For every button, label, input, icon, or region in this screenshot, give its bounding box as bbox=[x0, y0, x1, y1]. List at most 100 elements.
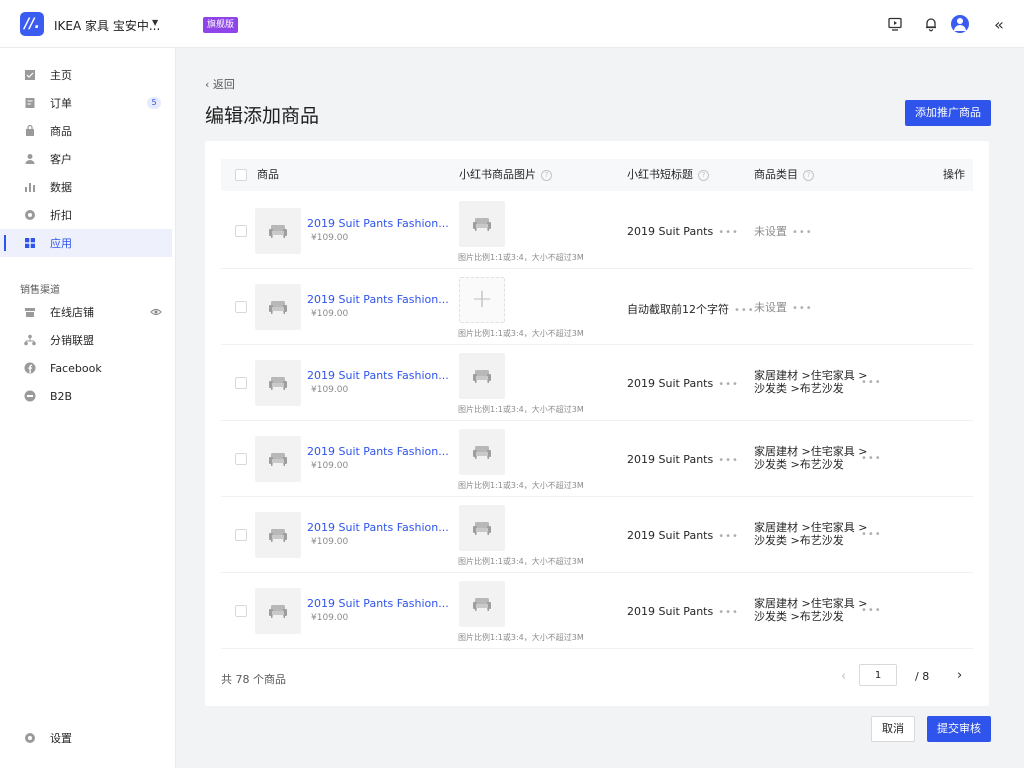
short-title-text: 自动截取前12个字符 bbox=[627, 303, 729, 316]
category-value: 未设置 ••• bbox=[754, 225, 813, 239]
facebook-icon bbox=[24, 362, 36, 374]
row-checkbox[interactable] bbox=[235, 529, 247, 541]
col-header-image: 小红书商品图片? bbox=[459, 159, 552, 191]
help-icon[interactable]: ? bbox=[541, 169, 552, 181]
category-line: 沙发类 >布艺沙发 bbox=[754, 610, 844, 623]
product-name-link[interactable]: 2019 Suit Pants Fashion... bbox=[307, 521, 449, 534]
sidebar-item-label: 折扣 bbox=[50, 209, 72, 222]
xhs-image-thumbnail[interactable] bbox=[459, 429, 505, 475]
next-page-button[interactable]: › bbox=[957, 668, 962, 683]
short-title-more-icon[interactable]: ••• bbox=[734, 305, 755, 316]
page-title: 编辑添加商品 bbox=[205, 105, 320, 127]
category-more-icon[interactable]: ••• bbox=[861, 529, 882, 540]
select-all-checkbox[interactable] bbox=[235, 169, 247, 181]
data-chart-icon bbox=[24, 181, 36, 193]
prev-page-button[interactable]: ‹ bbox=[841, 669, 846, 684]
short-title-more-icon[interactable]: ••• bbox=[718, 455, 739, 466]
user-avatar[interactable] bbox=[951, 15, 969, 33]
sidebar-item-label: 分销联盟 bbox=[50, 334, 94, 347]
short-title-more-icon[interactable]: ••• bbox=[718, 607, 739, 618]
collapse-icon[interactable]: « bbox=[989, 14, 1009, 34]
category-more-icon[interactable]: ••• bbox=[861, 605, 882, 616]
row-checkbox[interactable] bbox=[235, 225, 247, 237]
short-title-value: 2019 Suit Pants ••• bbox=[627, 453, 739, 466]
short-title-more-icon[interactable]: ••• bbox=[718, 379, 739, 390]
short-title-value: 2019 Suit Pants ••• bbox=[627, 529, 739, 542]
row-checkbox[interactable] bbox=[235, 605, 247, 617]
short-title-more-icon[interactable]: ••• bbox=[718, 227, 739, 238]
row-checkbox[interactable] bbox=[235, 301, 247, 313]
sidebar-item-online-store[interactable]: 在线店铺 bbox=[0, 298, 172, 326]
sidebar-item-orders[interactable]: 订单 5 bbox=[0, 89, 172, 117]
help-icon[interactable]: ? bbox=[803, 169, 814, 181]
bell-icon[interactable] bbox=[921, 14, 941, 34]
category-value: 家居建材 >住宅家具 > 沙发类 >布艺沙发 bbox=[754, 521, 867, 547]
category-more-icon[interactable]: ••• bbox=[792, 302, 813, 315]
short-title-more-icon[interactable]: ••• bbox=[718, 531, 739, 542]
sidebar-item-discount[interactable]: 折扣 bbox=[0, 201, 172, 229]
col-header-actions: 操作 bbox=[943, 168, 965, 181]
sidebar-item-products[interactable]: 商品 bbox=[0, 117, 172, 145]
sidebar-item-distribution[interactable]: 分销联盟 bbox=[0, 326, 172, 354]
submit-review-button[interactable]: 提交审核 bbox=[927, 716, 991, 742]
xhs-image-thumbnail[interactable] bbox=[459, 201, 505, 247]
row-checkbox[interactable] bbox=[235, 377, 247, 389]
sidebar-item-facebook[interactable]: Facebook bbox=[0, 354, 172, 382]
image-hint: 图片比例1:1或3:4，大小不超过3M bbox=[458, 253, 584, 262]
sidebar-item-label: 客户 bbox=[50, 153, 72, 166]
store-switcher[interactable]: IKEA 家具 宝安中... bbox=[54, 17, 160, 34]
category-line: 家居建材 >住宅家具 > bbox=[754, 445, 868, 458]
caret-down-icon[interactable]: ▼ bbox=[152, 18, 158, 27]
xhs-image-thumbnail[interactable] bbox=[459, 581, 505, 627]
sidebar-item-customers[interactable]: 客户 bbox=[0, 145, 172, 173]
sidebar-item-settings[interactable]: 设置 bbox=[0, 724, 172, 752]
main-content: ‹ 返回 编辑添加商品 添加推广商品 商品 小红书商品图片? 小红书短标题? 商… bbox=[177, 48, 1024, 768]
monitor-play-icon[interactable] bbox=[885, 14, 905, 34]
short-title-text: 2019 Suit Pants bbox=[627, 225, 714, 238]
product-thumbnail bbox=[255, 208, 301, 254]
xhs-image-thumbnail[interactable] bbox=[459, 505, 505, 551]
cancel-button[interactable]: 取消 bbox=[871, 716, 915, 742]
product-name-link[interactable]: 2019 Suit Pants Fashion... bbox=[307, 369, 449, 382]
orders-icon bbox=[24, 97, 36, 109]
product-thumbnail bbox=[255, 436, 301, 482]
product-price: ¥109.00 bbox=[311, 309, 349, 319]
sidebar-item-b2b[interactable]: B2B bbox=[0, 382, 172, 410]
edition-badge: 旗舰版 bbox=[203, 17, 239, 33]
category-value: 未设置 ••• bbox=[754, 301, 813, 315]
sidebar-item-home[interactable]: 主页 bbox=[0, 61, 172, 89]
page-number-input[interactable] bbox=[859, 664, 897, 686]
table-row: 2019 Suit Pants Fashion... ¥109.00 图片比例1:1… bbox=[221, 421, 973, 497]
product-price: ¥109.00 bbox=[311, 537, 349, 547]
category-line: 家居建材 >住宅家具 > bbox=[754, 597, 868, 610]
upload-image-button[interactable]: + bbox=[459, 277, 505, 323]
sidebar-item-label: 主页 bbox=[50, 69, 72, 82]
sidebar-item-label: B2B bbox=[50, 389, 73, 403]
product-name-link[interactable]: 2019 Suit Pants Fashion... bbox=[307, 293, 449, 306]
product-name-link[interactable]: 2019 Suit Pants Fashion... bbox=[307, 597, 449, 610]
help-icon[interactable]: ? bbox=[698, 169, 709, 181]
app-logo-icon[interactable]: //. bbox=[20, 12, 44, 36]
store-icon bbox=[24, 306, 36, 318]
back-link[interactable]: ‹ 返回 bbox=[205, 76, 235, 92]
add-promo-product-button[interactable]: 添加推广商品 bbox=[905, 100, 991, 126]
category-unset-label: 未设置 bbox=[754, 301, 787, 314]
short-title-text: 2019 Suit Pants bbox=[627, 605, 714, 618]
category-more-icon[interactable]: ••• bbox=[861, 453, 882, 464]
top-bar: //. IKEA 家具 宝安中... ▼ 旗舰版 « bbox=[0, 0, 1024, 48]
eye-icon[interactable] bbox=[150, 306, 162, 318]
sidebar-item-data[interactable]: 数据 bbox=[0, 173, 172, 201]
row-checkbox[interactable] bbox=[235, 453, 247, 465]
total-pages: / 8 bbox=[915, 670, 930, 683]
short-title-value: 自动截取前12个字符 ••• bbox=[627, 301, 755, 317]
image-hint: 图片比例1:1或3:4，大小不超过3M bbox=[458, 329, 584, 338]
product-name-link[interactable]: 2019 Suit Pants Fashion... bbox=[307, 445, 449, 458]
category-more-icon[interactable]: ••• bbox=[861, 377, 882, 388]
sidebar-item-label: 订单 bbox=[50, 97, 72, 110]
category-more-icon[interactable]: ••• bbox=[792, 226, 813, 239]
category-line: 沙发类 >布艺沙发 bbox=[754, 382, 844, 395]
sidebar-item-apps[interactable]: 应用 bbox=[0, 229, 172, 257]
xhs-image-thumbnail[interactable] bbox=[459, 353, 505, 399]
product-name-link[interactable]: 2019 Suit Pants Fashion... bbox=[307, 217, 449, 230]
category-unset-label: 未设置 bbox=[754, 225, 787, 238]
